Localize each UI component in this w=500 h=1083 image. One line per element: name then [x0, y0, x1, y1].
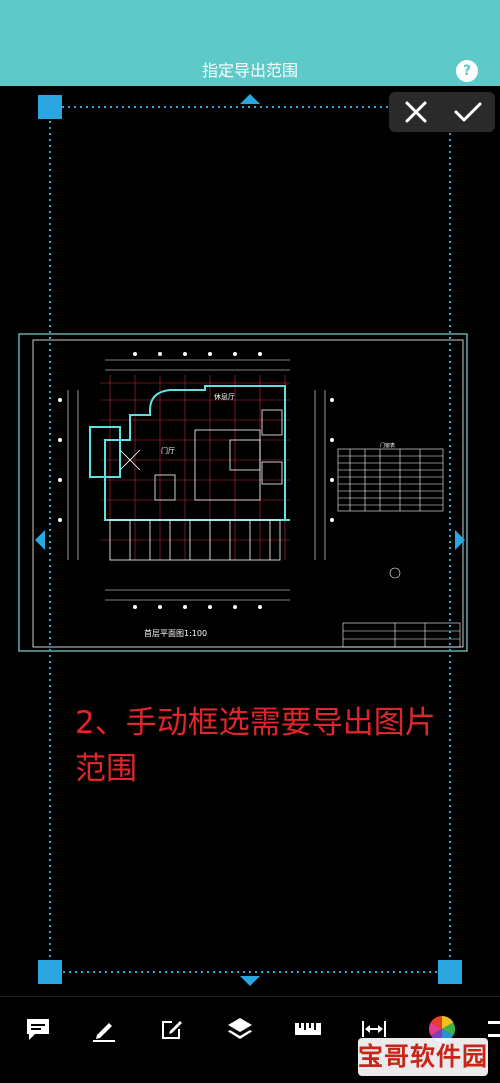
watermark-logo: 宝哥软件园 [358, 1038, 488, 1076]
edge-handle-left[interactable] [35, 530, 45, 550]
edge-handle-top[interactable] [240, 94, 260, 104]
corner-handle-bottom-left[interactable] [38, 960, 62, 984]
ruler-icon[interactable] [290, 1011, 326, 1047]
confirm-button[interactable] [443, 94, 493, 130]
page-title: 指定导出范围 [201, 61, 298, 80]
help-button[interactable]: ? [456, 60, 478, 82]
instruction-line-2: 范围 [75, 751, 137, 787]
room-label-lounge: 休息厅 [214, 392, 235, 401]
cad-drawing: 休息厅 门厅 门窗表 首层平面图1:100 [18, 94, 468, 986]
table-title: 门窗表 [380, 442, 395, 449]
drawing-canvas[interactable]: 休息厅 门厅 门窗表 首层平面图1:100 [0, 86, 500, 996]
cancel-button[interactable] [391, 94, 441, 130]
corner-handle-bottom-right[interactable] [438, 960, 462, 984]
comment-icon[interactable] [20, 1011, 56, 1047]
pen-icon[interactable] [86, 1011, 122, 1047]
action-buttons [389, 92, 495, 132]
drawing-caption: 首层平面图1:100 [144, 628, 207, 638]
edge-handle-bottom[interactable] [240, 976, 260, 986]
room-label-lobby: 门厅 [161, 446, 175, 455]
edge-handle-right[interactable] [455, 530, 465, 550]
close-icon [405, 101, 427, 123]
top-bar: 指定导出范围 ? [0, 0, 500, 86]
edit-icon[interactable] [154, 1011, 190, 1047]
corner-handle-top-left[interactable] [38, 95, 62, 119]
instruction-text: 2、手动框选需要导出图片 范围 [75, 700, 475, 792]
check-icon [454, 102, 482, 122]
instruction-line-1: 2、手动框选需要导出图片 [75, 705, 436, 741]
layers-icon[interactable] [222, 1011, 258, 1047]
